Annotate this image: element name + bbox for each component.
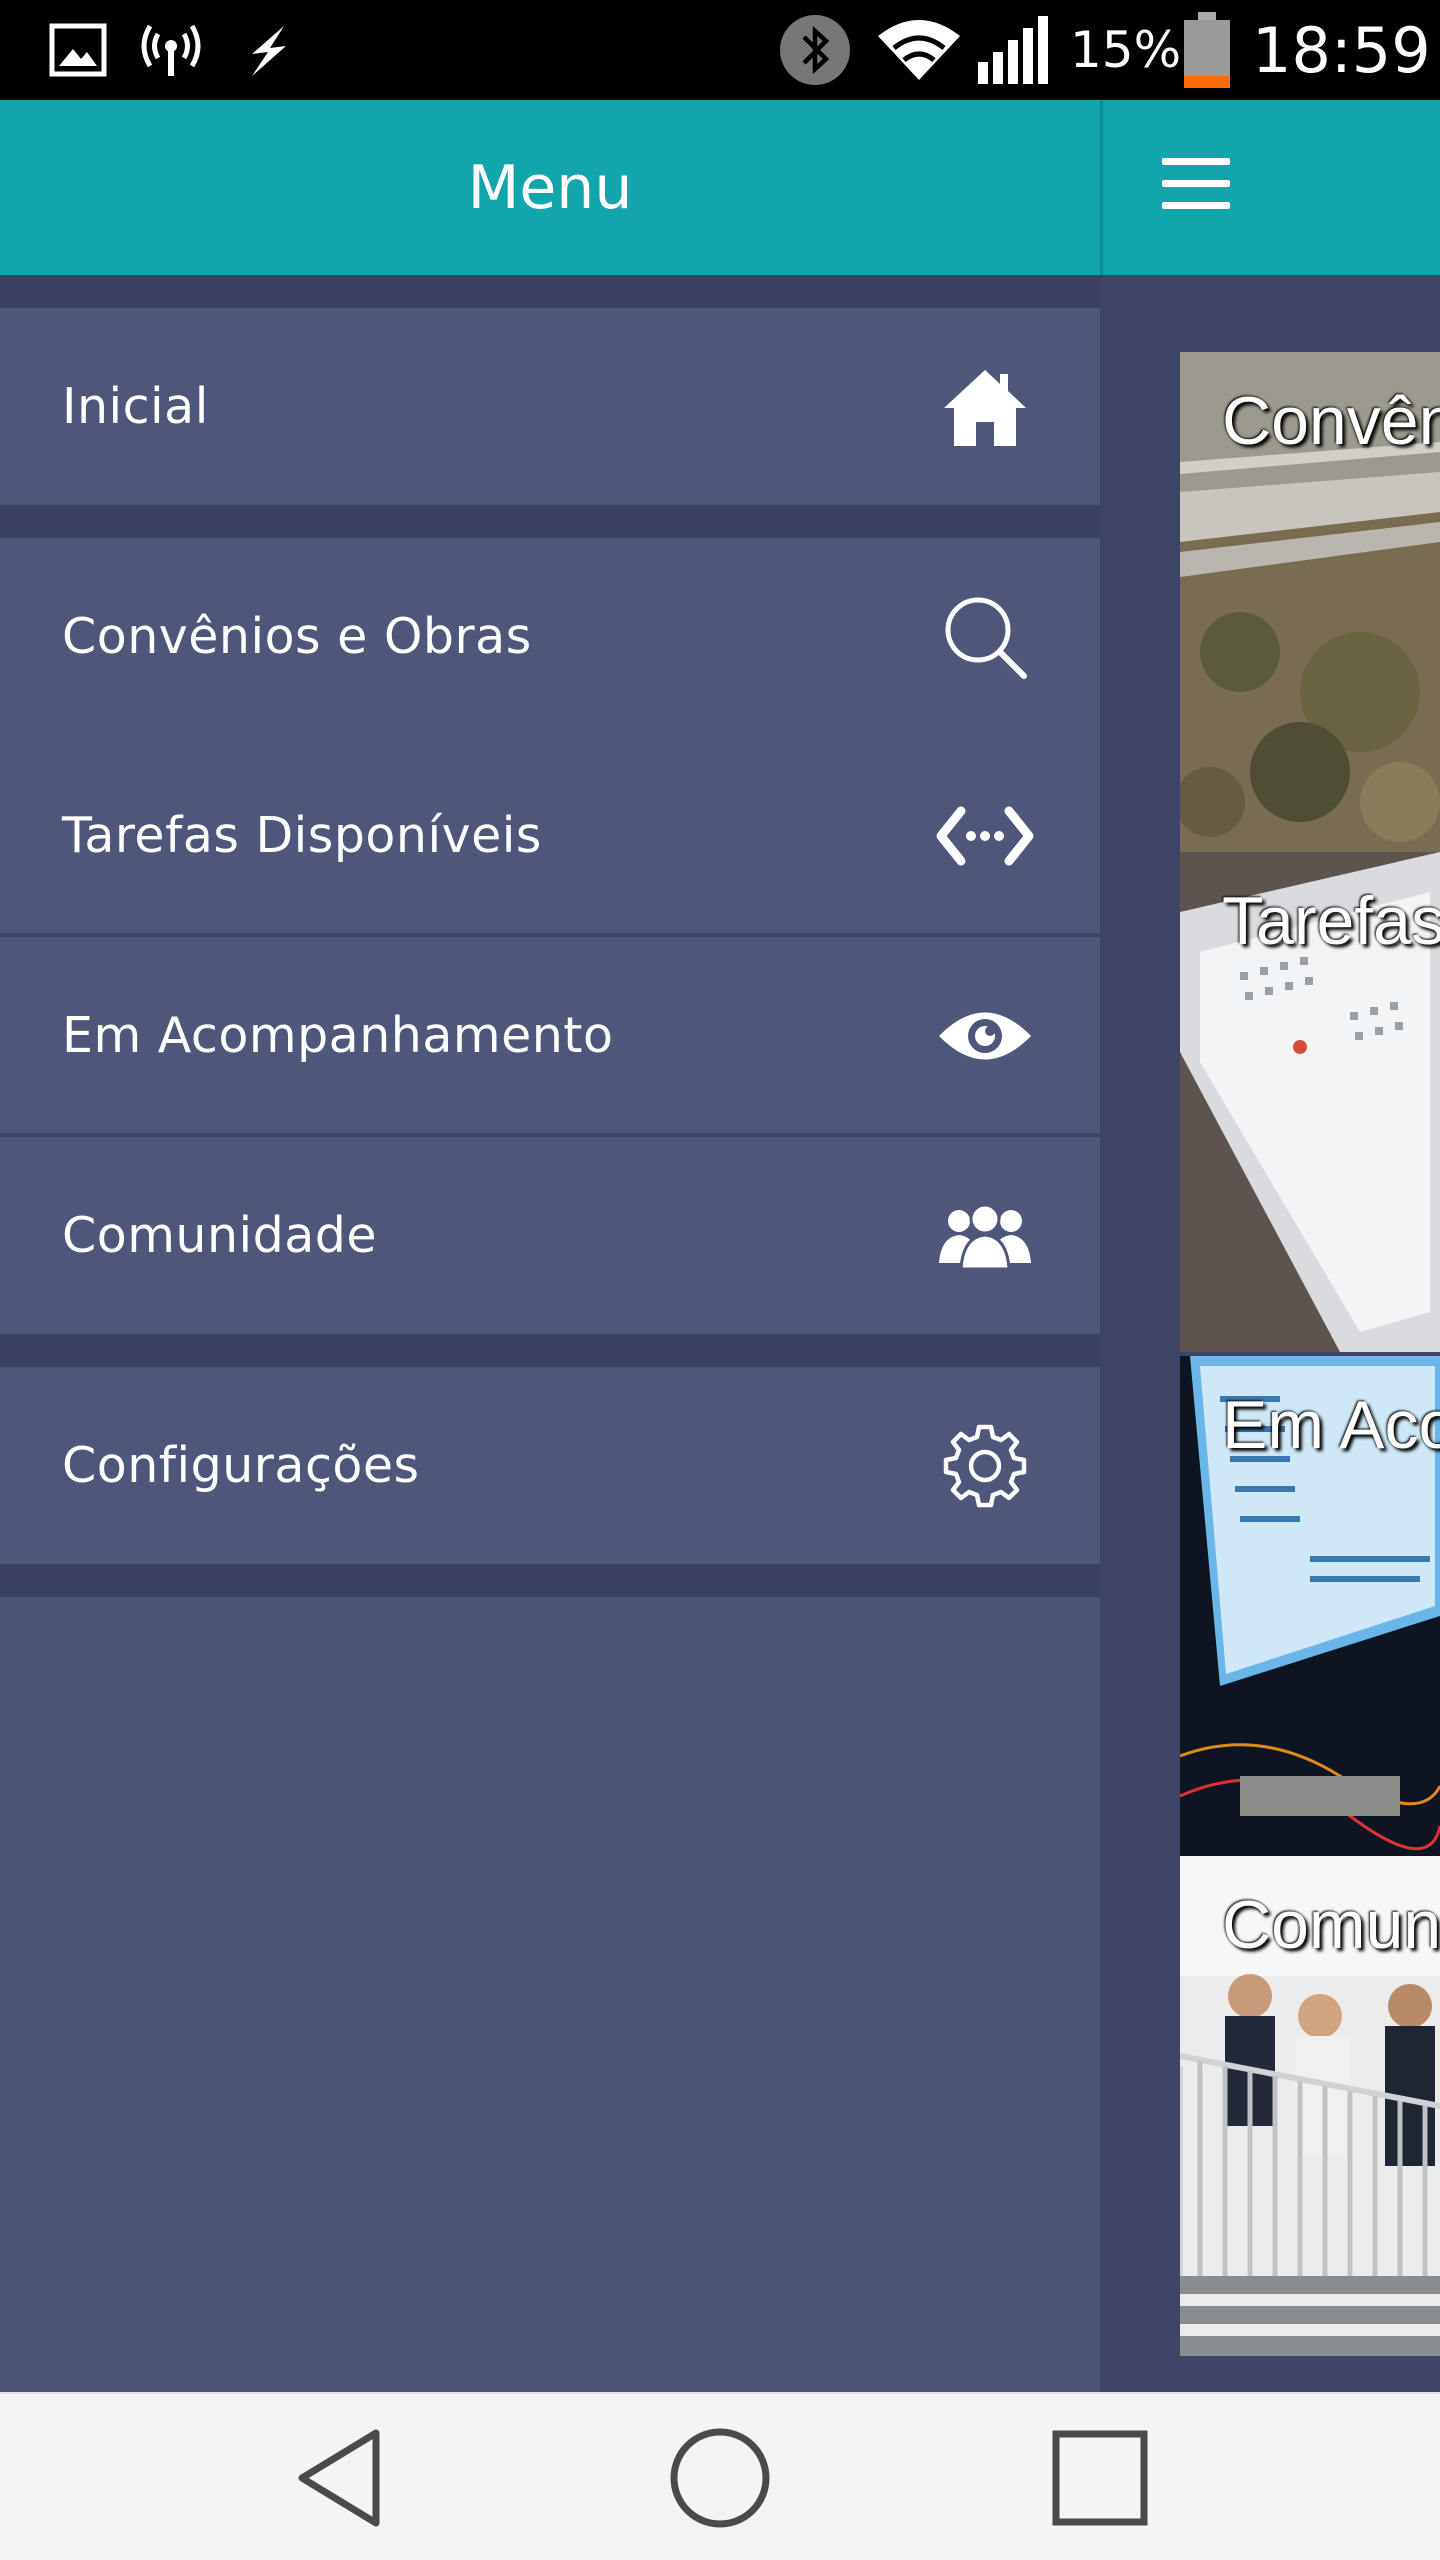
hamburger-icon[interactable] — [1158, 152, 1238, 222]
eye-icon — [930, 981, 1040, 1091]
navigation-drawer: Menu Inicial Convênios e Obras Tarefas D… — [0, 100, 1100, 2392]
menu-item-label: Inicial — [62, 378, 209, 435]
card-label: Comun — [1222, 1887, 1440, 1963]
gear-icon — [930, 1411, 1040, 1521]
card-acompanhamento[interactable]: Em Aco — [1180, 1356, 1440, 1856]
drawer-title: Menu — [467, 152, 633, 223]
group-separator — [0, 1564, 1100, 1597]
menu-item-tarefas[interactable]: Tarefas Disponíveis — [0, 737, 1100, 934]
menu-item-convenios[interactable]: Convênios e Obras — [0, 538, 1100, 735]
card-label: Tarefas — [1222, 883, 1440, 959]
card-label: Convên — [1222, 383, 1440, 459]
battery-percent: 15% — [1070, 21, 1182, 79]
recents-icon[interactable] — [1040, 2418, 1160, 2538]
menu-item-comunidade[interactable]: Comunidade — [0, 1137, 1100, 1334]
image-icon — [46, 18, 110, 82]
card-convenios[interactable]: Convên — [1180, 352, 1440, 852]
menu-item-inicial[interactable]: Inicial — [0, 308, 1100, 505]
card-label: Em Aco — [1222, 1387, 1440, 1463]
bluetooth-icon — [778, 15, 852, 85]
battery-icon — [1180, 10, 1234, 90]
drawer-header: Menu — [0, 100, 1100, 275]
group-separator — [0, 275, 1100, 308]
charging-icon — [236, 18, 300, 82]
back-icon[interactable] — [280, 2418, 400, 2538]
main-app-bar — [1100, 100, 1440, 275]
wireless-hotspot-icon — [136, 18, 206, 82]
menu-item-configuracoes[interactable]: Configurações — [0, 1367, 1100, 1564]
menu-item-label: Configurações — [62, 1437, 420, 1494]
menu-item-label: Convênios e Obras — [62, 608, 532, 665]
status-bar: 15% 18:59 — [0, 0, 1440, 100]
group-separator — [0, 1334, 1100, 1367]
community-icon — [930, 1181, 1040, 1291]
card-comunidade[interactable]: Comun — [1180, 1856, 1440, 2356]
home-circle-icon[interactable] — [660, 2418, 780, 2538]
menu-item-label: Em Acompanhamento — [62, 1007, 614, 1064]
home-icon — [930, 352, 1040, 462]
menu-item-acompanhamento[interactable]: Em Acompanhamento — [0, 937, 1100, 1134]
search-icon — [930, 582, 1040, 692]
menu-item-label: Comunidade — [62, 1207, 378, 1264]
menu-item-label: Tarefas Disponíveis — [62, 807, 542, 864]
system-navigation-bar — [0, 2392, 1440, 2560]
signal-icon — [976, 16, 1060, 84]
group-separator — [0, 505, 1100, 538]
code-arrows-icon — [930, 781, 1040, 891]
wifi-icon — [876, 18, 962, 82]
clock: 18:59 — [1252, 13, 1431, 87]
card-tarefas[interactable]: Tarefas — [1180, 852, 1440, 1352]
